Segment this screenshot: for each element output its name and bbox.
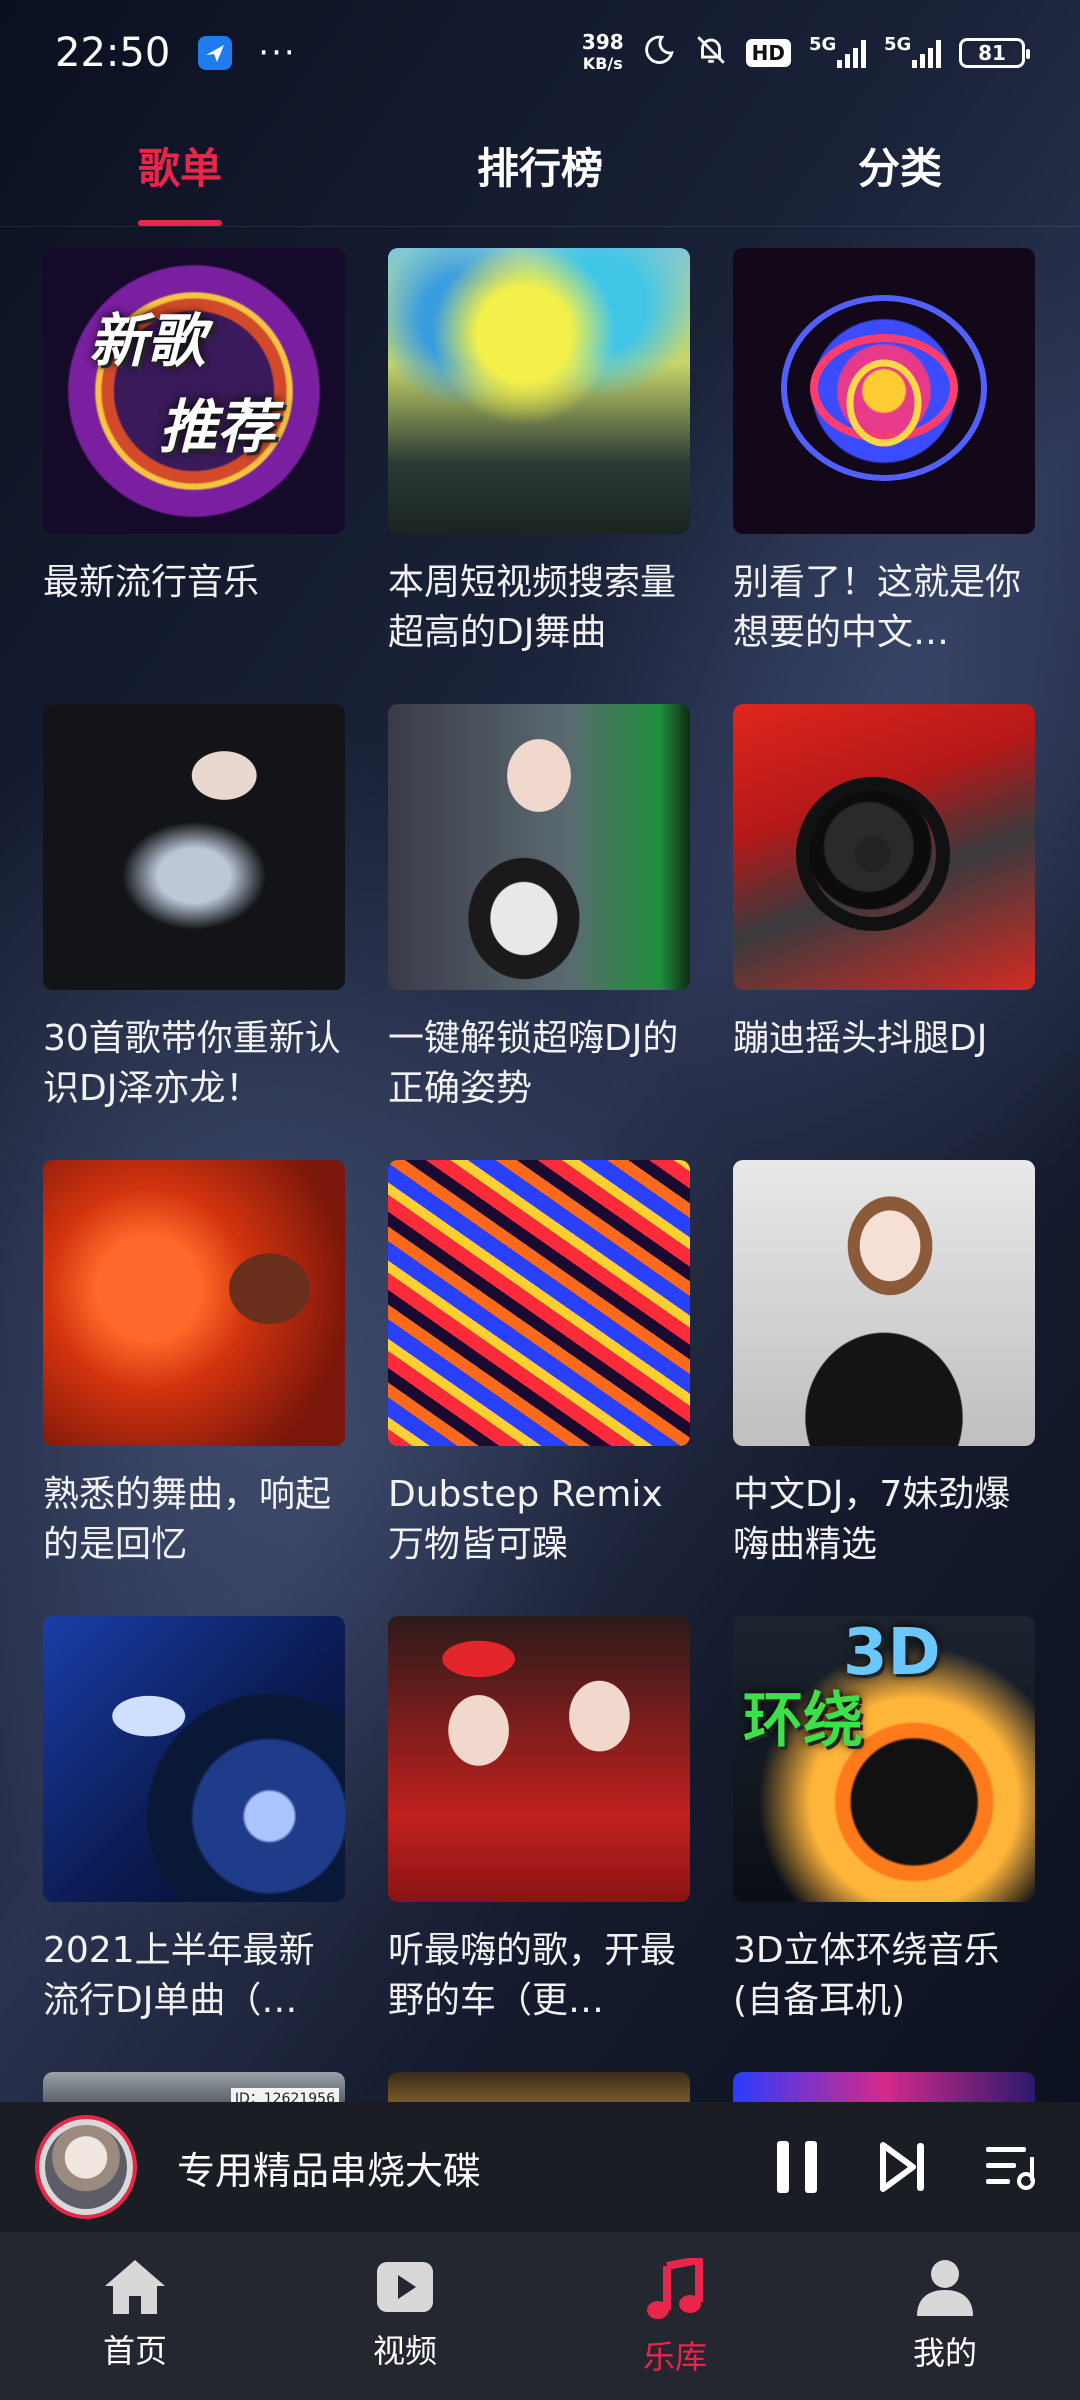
playlist-cover xyxy=(733,704,1035,990)
signal-strength-icon: 5G xyxy=(809,34,866,68)
tab-categories[interactable]: 分类 xyxy=(720,105,1080,226)
playlist-title: 听最嗨的歌，开最野的车（更… xyxy=(388,1930,677,2021)
playlist-cover xyxy=(733,248,1035,534)
hd-voice-badge: HD xyxy=(745,38,791,67)
tongue-logo-icon xyxy=(781,295,987,481)
playlist-title: 蹦迪摇头抖腿DJ xyxy=(733,1018,988,1059)
video-icon xyxy=(377,2262,433,2312)
playlist-cover xyxy=(388,1616,690,1902)
playlist-card[interactable]: Dubstep Remix 万物皆可躁 xyxy=(388,1160,690,1590)
playlist-cover xyxy=(388,248,690,534)
music-note-icon xyxy=(647,2258,703,2319)
playlist-cover: 新歌 推荐 xyxy=(43,248,345,534)
now-playing-cover[interactable] xyxy=(35,2115,137,2219)
playlist-title: 本周短视频搜索量超高的DJ舞曲 xyxy=(388,562,677,653)
person-icon xyxy=(917,2260,973,2316)
playlist-cover xyxy=(388,1160,690,1446)
playlist-cover: 3D 环绕 xyxy=(733,1616,1035,1902)
nav-me[interactable]: 我的 xyxy=(810,2232,1080,2400)
mute-bell-icon xyxy=(694,33,728,73)
home-icon xyxy=(105,2260,165,2314)
playlist-queue-button[interactable] xyxy=(976,2132,1045,2202)
cover-text: 新歌 xyxy=(89,307,206,375)
playlist-card[interactable]: 新歌 推荐 最新流行音乐 xyxy=(43,248,345,678)
playlist-card[interactable]: 本周短视频搜索量超高的DJ舞曲 xyxy=(388,248,690,678)
bottom-nav: 首页 视频 乐库 我的 xyxy=(0,2232,1080,2400)
status-time: 22:50 xyxy=(55,29,171,76)
playlist-cover xyxy=(43,1160,345,1446)
status-bar: 22:50 ··· 398 KB/s HD 5G 5G 81 xyxy=(0,0,1080,105)
playlist-card[interactable]: 30首歌带你重新认识DJ泽亦龙！ xyxy=(43,704,345,1134)
mini-player[interactable]: 专用精品串烧大碟 xyxy=(0,2102,1080,2232)
signal-strength-icon-2: 5G xyxy=(884,34,941,68)
net-speed: 398 KB/s xyxy=(581,29,624,73)
battery-icon: 81 xyxy=(959,37,1030,68)
playlist-card[interactable]: 3D 环绕 3D立体环绕音乐(自备耳机) xyxy=(733,1616,1035,2046)
playlist-grid: 新歌 推荐 最新流行音乐 本周短视频搜索量超高的DJ舞曲 别看了！这就是你想要的… xyxy=(43,248,1037,2046)
nav-home[interactable]: 首页 xyxy=(0,2232,270,2400)
tab-playlists[interactable]: 歌单 xyxy=(0,105,360,226)
playlist-card[interactable]: 听最嗨的歌，开最野的车（更… xyxy=(388,1616,690,2046)
playlist-card[interactable]: 蹦迪摇头抖腿DJ xyxy=(733,704,1035,1134)
playlist-cover xyxy=(733,1160,1035,1446)
playlist-cover xyxy=(43,1616,345,1902)
playlist-cover xyxy=(43,704,345,990)
playlist-title: 中文DJ，7妹劲爆嗨曲精选 xyxy=(733,1474,1011,1565)
tab-charts[interactable]: 排行榜 xyxy=(360,105,720,226)
playlist-card[interactable]: 熟悉的舞曲，响起的是回忆 xyxy=(43,1160,345,1590)
playlist-title: 30首歌带你重新认识DJ泽亦龙！ xyxy=(43,1018,341,1109)
pause-button[interactable] xyxy=(763,2132,832,2202)
playlist-title: 一键解锁超嗨DJ的正确姿势 xyxy=(388,1018,679,1109)
playlist-title: 别看了！这就是你想要的中文… xyxy=(733,562,1022,653)
playlist-card[interactable]: 2021上半年最新流行DJ单曲（… xyxy=(43,1616,345,2046)
app-notification-icon xyxy=(198,35,233,70)
more-notifications-icon: ··· xyxy=(258,32,297,73)
now-playing-title[interactable]: 专用精品串烧大碟 xyxy=(177,2140,725,2195)
queue-icon xyxy=(985,2147,1035,2190)
top-tabs: 歌单 排行榜 分类 xyxy=(0,105,1080,227)
playlist-card[interactable]: 别看了！这就是你想要的中文… xyxy=(733,248,1035,678)
do-not-disturb-icon xyxy=(642,33,676,73)
nav-video[interactable]: 视频 xyxy=(270,2232,540,2400)
playlist-title: Dubstep Remix 万物皆可躁 xyxy=(388,1474,663,1565)
playlist-card[interactable]: 中文DJ，7妹劲爆嗨曲精选 xyxy=(733,1160,1035,1590)
playlist-card[interactable]: 一键解锁超嗨DJ的正确姿势 xyxy=(388,704,690,1134)
playlist-title: 2021上半年最新流行DJ单曲（… xyxy=(43,1930,315,2021)
playlist-title: 最新流行音乐 xyxy=(43,562,260,603)
steering-wheel-icon xyxy=(796,777,950,931)
next-track-button[interactable] xyxy=(870,2132,939,2202)
playlist-title: 熟悉的舞曲，响起的是回忆 xyxy=(43,1474,332,1565)
playlist-title: 3D立体环绕音乐(自备耳机) xyxy=(733,1930,1000,2021)
nav-library[interactable]: 乐库 xyxy=(540,2232,810,2400)
playlist-cover xyxy=(388,704,690,990)
skip-next-icon xyxy=(880,2142,925,2192)
pause-icon xyxy=(776,2141,817,2193)
